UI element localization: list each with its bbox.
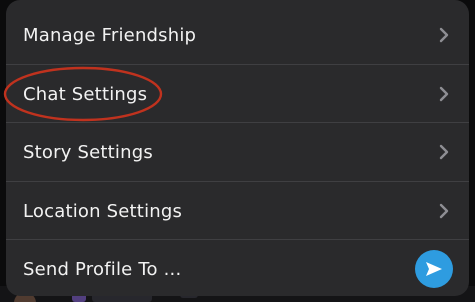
chevron-right-icon bbox=[439, 144, 449, 160]
menu-item-label: Location Settings bbox=[23, 200, 183, 222]
menu-item-label: Manage Friendship bbox=[23, 24, 197, 46]
menu-item-location-settings[interactable]: Location Settings bbox=[6, 182, 469, 240]
send-button[interactable] bbox=[415, 250, 453, 288]
menu-item-story-settings[interactable]: Story Settings bbox=[6, 123, 469, 181]
screen: Manage Friendship Chat Settings Story Se… bbox=[0, 0, 475, 302]
menu-item-manage-friendship[interactable]: Manage Friendship bbox=[6, 6, 469, 64]
menu-item-label: Send Profile To ... bbox=[23, 258, 182, 280]
action-sheet: Manage Friendship Chat Settings Story Se… bbox=[6, 0, 469, 296]
menu-item-send-profile[interactable]: Send Profile To ... bbox=[6, 240, 469, 296]
menu-item-label: Chat Settings bbox=[23, 83, 148, 105]
chevron-right-icon bbox=[439, 203, 449, 219]
chevron-right-icon bbox=[439, 86, 449, 102]
chevron-right-icon bbox=[439, 27, 449, 43]
menu-item-label: Story Settings bbox=[23, 141, 153, 163]
send-arrow-icon bbox=[426, 262, 442, 276]
menu-item-chat-settings[interactable]: Chat Settings bbox=[6, 65, 469, 123]
